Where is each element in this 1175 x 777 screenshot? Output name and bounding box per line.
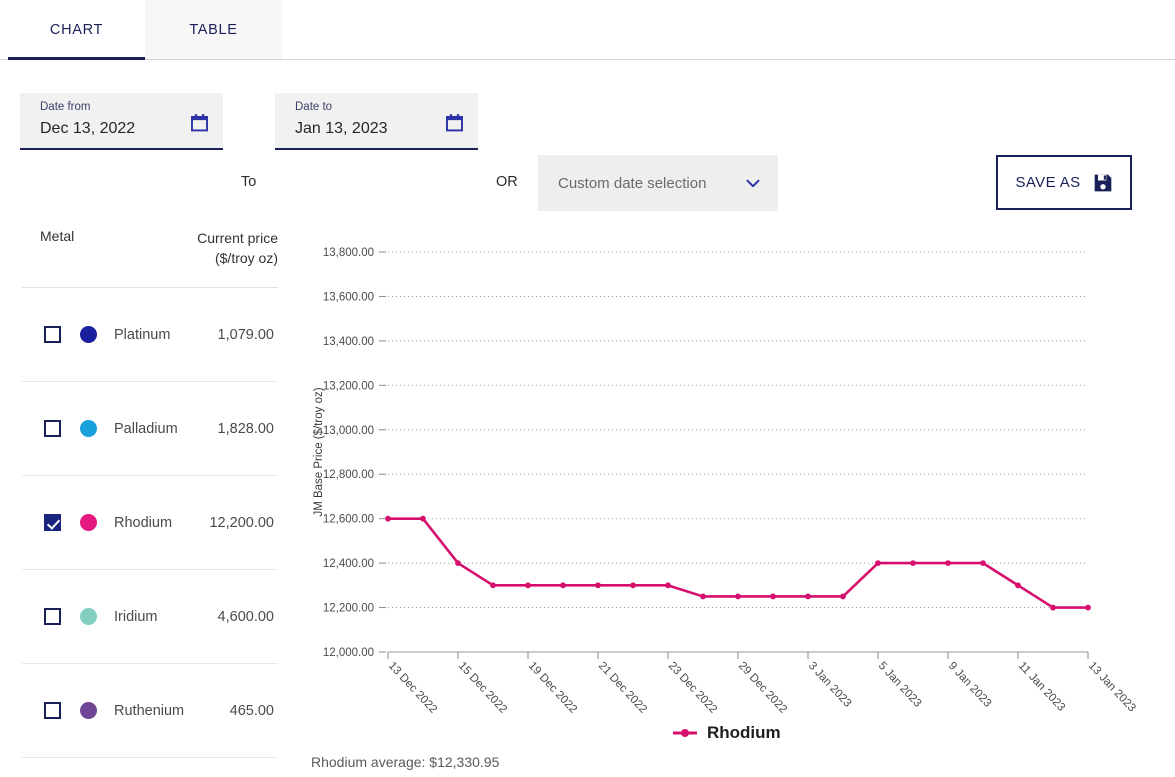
data-point [980,560,986,566]
data-point [420,516,426,522]
date-from-label: Date from [40,100,211,115]
metal-price: 1,079.00 [218,327,274,343]
checkbox-platinum[interactable] [44,326,61,343]
metal-name: Iridium [114,609,158,625]
data-point [945,560,951,566]
metal-name: Platinum [114,327,170,343]
checkbox-palladium[interactable] [44,420,61,437]
data-point [875,560,881,566]
y-tick-label: 13,000.00 [323,425,374,437]
legend-label-rhodium: Rhodium [707,723,781,743]
data-point [770,594,776,600]
color-swatch-rhodium [80,514,97,531]
data-point [700,594,706,600]
data-point [630,582,636,588]
column-header-price: Current price ($/troy oz) [108,228,278,268]
x-tick-label: 19 Dec 2022 [526,660,579,716]
y-axis-title: JM Base Price ($/troy oz) [313,387,325,516]
color-swatch-ruthenium [80,702,97,719]
y-tick-label: 12,000.00 [323,647,374,659]
data-point [1015,582,1021,588]
tab-table[interactable]: TABLE [145,0,282,59]
date-to-label: Date to [295,100,466,115]
data-point [595,582,601,588]
data-point [805,594,811,600]
color-swatch-platinum [80,326,97,343]
checkbox-iridium[interactable] [44,608,61,625]
metal-price: 4,600.00 [218,609,274,625]
y-tick-label: 12,400.00 [323,558,374,570]
metal-price: 465.00 [230,703,274,719]
calendar-icon[interactable] [190,113,209,132]
data-point [385,516,391,522]
column-header-price-line1: Current price [108,228,278,248]
data-point [490,582,496,588]
rhodium-average-note: Rhodium average: $12,330.95 [311,754,499,770]
x-tick-label: 13 Jan 2023 [1086,660,1138,714]
metal-prices-page: CHART TABLE Date from Dec 13, 2022 To Da… [0,0,1175,777]
y-tick-label: 13,400.00 [323,336,374,348]
x-tick-label: 9 Jan 2023 [946,660,994,710]
checkbox-rhodium[interactable] [44,514,61,531]
x-tick-label: 13 Dec 2022 [386,660,439,716]
metal-name: Palladium [114,421,178,437]
data-point [1085,605,1091,611]
data-point [665,582,671,588]
tab-table-label: TABLE [189,22,237,38]
date-to-value: Jan 13, 2023 [295,115,466,143]
x-tick-label: 21 Dec 2022 [596,660,649,716]
checkbox-ruthenium[interactable] [44,702,61,719]
chart-canvas[interactable]: 12,000.00 12,200.00 12,400.00 12,600.00 12,8… [300,188,1175,718]
x-tick-label: 11 Jan 2023 [1016,660,1067,714]
y-tick-label: 13,200.00 [323,380,374,392]
y-tick-label: 12,800.00 [323,469,374,481]
x-tick-label: 23 Dec 2022 [666,660,719,716]
tab-chart-label: CHART [50,22,103,38]
data-point [525,582,531,588]
x-tick-label: 3 Jan 2023 [806,660,854,710]
date-from-field[interactable]: Date from Dec 13, 2022 [20,93,223,150]
x-tick-label: 29 Dec 2022 [736,660,789,716]
legend-marker-icon [672,727,698,739]
x-tick-label: 5 Jan 2023 [876,660,924,710]
data-point [840,594,846,600]
data-point [455,560,461,566]
chart-legend: Rhodium [672,723,781,743]
metal-price: 12,200.00 [209,515,274,531]
controls-bar: Date from Dec 13, 2022 To Date to Jan 13… [0,60,1175,188]
metal-name: Rhodium [114,515,172,531]
data-point [560,582,566,588]
y-tick-label: 13,800.00 [323,247,374,259]
date-from-value: Dec 13, 2022 [40,115,211,143]
table-row[interactable]: Rhodium 12,200.00 [22,476,278,570]
calendar-icon[interactable] [445,113,464,132]
metals-table: Metal Current price ($/troy oz) Platinum… [0,188,300,777]
column-header-metal: Metal [40,228,74,244]
table-row[interactable]: Platinum 1,079.00 [22,288,278,382]
column-header-price-line2: ($/troy oz) [108,248,278,268]
price-chart: 12,000.00 12,200.00 12,400.00 12,600.00 12,8… [300,188,1175,777]
tab-chart[interactable]: CHART [8,0,145,59]
data-point [735,594,741,600]
tabbar: CHART TABLE [0,0,1175,60]
table-row[interactable]: Iridium 4,600.00 [22,570,278,664]
data-point [910,560,916,566]
metal-name: Ruthenium [114,703,184,719]
metals-table-header: Metal Current price ($/troy oz) [22,188,278,288]
color-swatch-palladium [80,420,97,437]
x-tick-label: 15 Dec 2022 [456,660,509,716]
table-row[interactable]: Ruthenium 465.00 [22,664,278,758]
y-tick-label: 13,600.00 [323,291,374,303]
table-row[interactable]: Palladium 1,828.00 [22,382,278,476]
data-point [1050,605,1056,611]
date-to-field[interactable]: Date to Jan 13, 2023 [275,93,478,150]
metal-price: 1,828.00 [218,421,274,437]
color-swatch-iridium [80,608,97,625]
y-tick-label: 12,600.00 [323,514,374,526]
y-tick-label: 12,200.00 [323,603,374,615]
